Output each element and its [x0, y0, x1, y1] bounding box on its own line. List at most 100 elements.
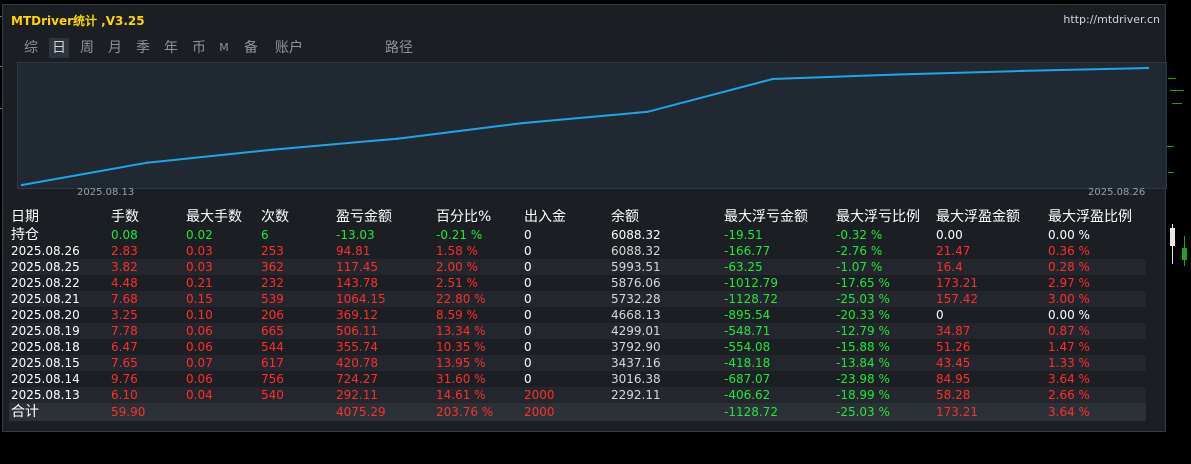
- table-cell: -25.03 %: [836, 292, 890, 306]
- table-cell: 0: [524, 340, 532, 354]
- tab-8[interactable]: 备: [241, 38, 261, 58]
- table-cell: 2.97 %: [1048, 276, 1090, 290]
- table-cell: 10.35 %: [436, 340, 486, 354]
- tab-1[interactable]: 日: [49, 38, 69, 58]
- equity-chart-svg: [20, 66, 1150, 187]
- tab-4[interactable]: 季: [133, 38, 153, 58]
- table-cell: 6: [261, 228, 269, 242]
- column-header[interactable]: 手数: [109, 208, 184, 227]
- row-date: 2025.08.21: [11, 292, 80, 306]
- table-row[interactable]: 2025.08.13 6.10 0.04 540 292.11 14.61 % 2000 22…: [9, 387, 1146, 403]
- table-cell: -1.07 %: [836, 260, 883, 274]
- table-cell: 0.00 %: [1048, 228, 1090, 242]
- tab-2[interactable]: 周: [77, 38, 97, 58]
- column-header[interactable]: 最大浮盈比例: [1046, 208, 1146, 227]
- table-cell: 0: [524, 356, 532, 370]
- table-cell: 0.36 %: [1048, 244, 1090, 258]
- table-cell: 0: [524, 260, 532, 274]
- table-cell: 0: [936, 308, 944, 322]
- table-cell: -0.21 %: [436, 228, 483, 242]
- row-label: 合计: [11, 404, 39, 420]
- table-cell: -687.07: [724, 372, 771, 386]
- column-header[interactable]: 最大浮亏金额: [722, 208, 834, 227]
- table-cell: 59.90: [111, 405, 146, 419]
- column-header[interactable]: 余额: [609, 208, 722, 227]
- table-cell: 21.47: [936, 244, 971, 258]
- table-cell: 6.10: [111, 388, 138, 402]
- table-cell: 355.74: [336, 340, 378, 354]
- table-cell: 420.78: [336, 356, 378, 370]
- table-cell: -12.79 %: [836, 324, 890, 338]
- table-row[interactable]: 2025.08.14 9.76 0.06 756 724.27 31.60 % 0 3016.…: [9, 371, 1146, 387]
- price-tick: [1168, 172, 1174, 173]
- row-date: 2025.08.13: [11, 388, 80, 402]
- table-row[interactable]: 2025.08.21 7.68 0.15 539 1064.15 22.80 % 0 5732…: [9, 291, 1146, 307]
- table-cell: -1128.72: [724, 405, 778, 419]
- table-cell: -0.32 %: [836, 228, 883, 242]
- equity-line: [21, 67, 1149, 186]
- tab-7[interactable]: M: [217, 38, 231, 58]
- table-row[interactable]: 2025.08.26 2.83 0.03 253 94.81 1.58 % 0 6088.32…: [9, 243, 1146, 259]
- table-cell: 157.42: [936, 292, 978, 306]
- table-cell: 232: [261, 276, 284, 290]
- table-cell: 2000: [524, 388, 555, 402]
- price-tick: [1166, 146, 1174, 147]
- column-header[interactable]: 最大浮亏比例: [834, 208, 934, 227]
- table-cell: -13.84 %: [836, 356, 890, 370]
- table-row[interactable]: 2025.08.20 3.25 0.10 206 369.12 8.59 % 0 4668.1…: [9, 307, 1146, 323]
- table-row[interactable]: 2025.08.15 7.65 0.07 617 420.78 13.95 % 0 3437.…: [9, 355, 1146, 371]
- column-header[interactable]: 百分比%: [434, 208, 522, 227]
- stats-table: 日期 手数 最大手数 次数 盈亏金额 百分比% 出入金 余额 最大浮亏金额 最大浮亏比例 最大浮盈金…: [9, 208, 1146, 421]
- table-cell: 6088.32: [611, 228, 661, 242]
- table-cell: 2.83: [111, 244, 138, 258]
- tab-3[interactable]: 月: [105, 38, 125, 58]
- column-header[interactable]: 次数: [259, 208, 334, 227]
- table-cell: [259, 403, 334, 421]
- table-cell: 51.26: [936, 340, 971, 354]
- website-link[interactable]: http://mtdriver.cn: [1063, 13, 1160, 26]
- column-header[interactable]: 最大浮盈金额: [934, 208, 1046, 227]
- table-cell: 0: [524, 276, 532, 290]
- table-cell: 0.28 %: [1048, 260, 1090, 274]
- equity-point: [646, 110, 649, 113]
- table-cell: -554.08: [724, 340, 771, 354]
- table-cell: 1.47 %: [1048, 340, 1090, 354]
- equity-point: [271, 148, 274, 151]
- tab-0[interactable]: 综: [21, 38, 41, 58]
- table-cell: 94.81: [336, 244, 371, 258]
- table-cell: -25.03 %: [836, 405, 890, 419]
- equity-point: [1146, 66, 1150, 70]
- column-header[interactable]: 最大手数: [184, 208, 259, 227]
- table-cell: 0: [524, 244, 532, 258]
- column-header[interactable]: 出入金: [522, 208, 609, 227]
- table-cell: -23.98 %: [836, 372, 890, 386]
- table-cell: 3.64 %: [1048, 405, 1090, 419]
- table-cell: 31.60 %: [436, 372, 486, 386]
- tab-9[interactable]: 账户: [271, 38, 307, 58]
- table-cell: 0.08: [111, 228, 138, 242]
- column-header[interactable]: 盈亏金额: [334, 208, 434, 227]
- column-header[interactable]: 日期: [9, 208, 109, 227]
- table-cell: 756: [261, 372, 284, 386]
- title-bar: MTDriver统计 ,V3.25 http://mtdriver.cn: [3, 5, 1165, 33]
- table-cell: 143.78: [336, 276, 378, 290]
- table-cell: 9.76: [111, 372, 138, 386]
- table-row[interactable]: 2025.08.25 3.82 0.03 362 117.45 2.00 % 0 5993.5…: [9, 259, 1146, 275]
- row-label: 持仓: [11, 227, 39, 243]
- tab-6[interactable]: 币: [189, 38, 209, 58]
- tab-5[interactable]: 年: [161, 38, 181, 58]
- table-cell: 0.00: [936, 228, 963, 242]
- table-cell: 0.04: [186, 388, 213, 402]
- table-row[interactable]: 2025.08.19 7.78 0.06 665 506.11 13.34 % 0 4299.…: [9, 323, 1146, 339]
- table-cell: 292.11: [336, 388, 378, 402]
- equity-chart: [17, 62, 1167, 189]
- tab-10[interactable]: 路径: [381, 38, 417, 58]
- row-date: 2025.08.14: [11, 372, 80, 386]
- table-row[interactable]: 2025.08.18 6.47 0.06 544 355.74 10.35 % 0 3792.…: [9, 339, 1146, 355]
- table-cell: 0.87 %: [1048, 324, 1090, 338]
- table-cell: 22.80 %: [436, 292, 486, 306]
- table-cell: 617: [261, 356, 284, 370]
- table-cell: 14.61 %: [436, 388, 486, 402]
- chart-start-date: 2025.08.13: [77, 187, 135, 198]
- table-row[interactable]: 2025.08.22 4.48 0.21 232 143.78 2.51 % 0 5876.0…: [9, 275, 1146, 291]
